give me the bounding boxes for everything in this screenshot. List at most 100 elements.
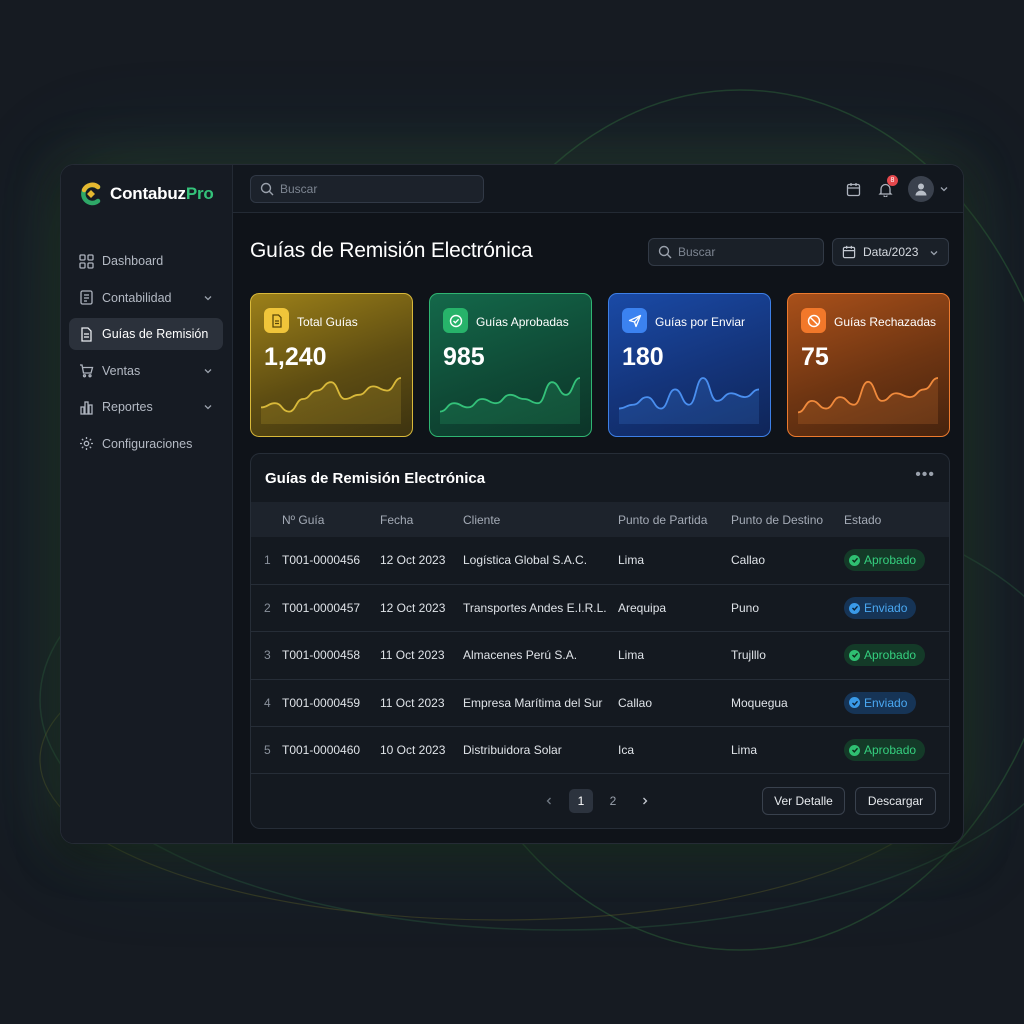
brand-logo-icon	[81, 182, 101, 206]
table-row[interactable]: 3 T001-0000458 11 Oct 2023 Almacenes Per…	[251, 632, 949, 680]
cell-partida: Lima	[618, 648, 645, 663]
cell-guia: T001-0000456	[282, 553, 361, 568]
calendar-button[interactable]	[844, 180, 862, 198]
table-row[interactable]: 4 T001-0000459 11 Oct 2023 Empresa Marít…	[251, 679, 949, 727]
table-row[interactable]: 5 T001-0000460 10 Oct 2023 Distribuidora…	[251, 727, 949, 774]
status-text: Aprobado	[864, 553, 917, 568]
pagination: 1 2	[537, 788, 657, 814]
table-title: Guías de Remisión Electrónica	[265, 470, 486, 487]
col-header-partida: Punto de Partida	[618, 512, 708, 527]
search-icon	[658, 245, 672, 259]
user-avatar[interactable]	[908, 176, 934, 202]
cell-cliente: Distribuidora Solar	[463, 743, 562, 758]
stat-card-por-enviar[interactable]: Guías por Enviar 180	[608, 293, 771, 437]
app-window: ContabuzPro Dashboard Contabilidad Guías…	[60, 164, 964, 844]
cell-partida: Lima	[618, 553, 645, 568]
sidebar-item-guias-de-remision[interactable]: Guías de Remisión	[69, 318, 223, 350]
cell-cliente: Empresa Marítima del Sur	[463, 695, 603, 710]
notification-badge: 8	[887, 175, 898, 186]
cell-partida: Ica	[618, 743, 635, 758]
stat-card-aprobadas[interactable]: Guías Aprobadas 985	[429, 293, 592, 437]
check-icon	[849, 554, 860, 566]
sidebar-item-reportes[interactable]: Reportes	[69, 391, 223, 423]
bar-chart-icon	[78, 399, 94, 415]
guias-table-panel: Guías de Remisión Electrónica ••• Nº Guí…	[250, 453, 950, 829]
status-text: Enviado	[864, 601, 908, 616]
prev-page-button[interactable]	[537, 789, 561, 813]
chevron-down-icon	[204, 368, 212, 373]
status-badge: Aprobado	[844, 644, 926, 667]
descargar-button[interactable]: Descargar	[855, 787, 936, 815]
stat-card-rechazadas[interactable]: Guías Rechazadas 75	[787, 293, 950, 437]
page-search[interactable]	[648, 238, 824, 266]
main-content: Guías de Remisión Electrónica Data/2023 …	[233, 213, 963, 843]
cell-guia: T001-0000458	[282, 648, 361, 663]
cell-fecha: 11 Oct 2023	[380, 695, 445, 710]
sidebar-item-label: Ventas	[102, 363, 141, 378]
stat-card-total[interactable]: Total Guías 1,240	[250, 293, 413, 437]
cell-fecha: 12 Oct 2023	[380, 553, 446, 568]
sidebar-item-label: Reportes	[102, 400, 153, 414]
status-badge: Aprobado	[844, 549, 926, 572]
col-header-destino: Punto de Destino	[731, 512, 824, 527]
global-search[interactable]	[250, 175, 484, 203]
brand[interactable]: ContabuzPro	[78, 179, 214, 209]
page-button-1[interactable]: 1	[569, 789, 593, 813]
more-options-icon[interactable]: •••	[915, 466, 935, 484]
file-icon	[264, 308, 289, 333]
trend-sparkline	[440, 377, 580, 424]
row-index: 1	[264, 553, 271, 568]
chevron-left-icon	[546, 797, 551, 805]
col-header-fecha: Fecha	[380, 512, 414, 527]
ledger-icon	[78, 290, 94, 306]
status-text: Enviado	[864, 695, 908, 710]
table-row[interactable]: 1 T001-0000456 12 Oct 2023 Logística Glo…	[251, 537, 949, 585]
page-button-2[interactable]: 2	[601, 789, 625, 813]
trend-sparkline	[619, 377, 759, 424]
row-index: 5	[264, 743, 271, 758]
date-filter-select[interactable]: Data/2023	[832, 238, 949, 266]
user-icon	[915, 183, 927, 196]
notifications-button[interactable]: 8	[876, 175, 898, 198]
next-page-button[interactable]	[633, 789, 657, 813]
global-search-input[interactable]	[280, 182, 460, 196]
row-index: 2	[264, 601, 271, 616]
topbar-actions: 8	[844, 175, 949, 203]
cart-icon	[78, 363, 94, 379]
sidebar-item-configuraciones[interactable]: Configuraciones	[69, 428, 223, 460]
ver-detalle-button[interactable]: Ver Detalle	[762, 787, 845, 815]
page-title: Guías de Remisión Electrónica	[250, 239, 533, 262]
check-icon	[849, 602, 860, 614]
calendar-icon	[842, 245, 856, 259]
sidebar-item-label: Contabilidad	[102, 290, 172, 305]
gear-icon	[78, 436, 94, 452]
cell-destino: Lima	[731, 743, 758, 758]
table-row[interactable]: 2 T001-0000457 12 Oct 2023 Transportes A…	[251, 584, 949, 632]
sidebar-item-label: Guías de Remisión	[102, 327, 209, 341]
sidebar-item-contabilidad[interactable]: Contabilidad	[69, 282, 223, 314]
cell-guia: T001-0000460	[282, 743, 361, 758]
cell-guia: T001-0000459	[282, 695, 361, 710]
stat-value: 180	[622, 343, 664, 371]
stat-label: Guías Rechazadas	[834, 315, 937, 329]
brand-name: ContabuzPro	[110, 184, 214, 203]
col-header-index	[251, 502, 282, 537]
cell-partida: Callao	[618, 695, 653, 710]
sidebar: ContabuzPro Dashboard Contabilidad Guías…	[61, 165, 233, 843]
row-index: 3	[264, 648, 271, 663]
topbar: 8	[233, 165, 963, 213]
col-header-estado: Estado	[844, 512, 882, 527]
table-header-row: Nº Guía Fecha Cliente Punto de Partida P…	[251, 502, 949, 537]
check-icon	[849, 744, 860, 756]
check-icon	[849, 697, 860, 709]
sidebar-item-ventas[interactable]: Ventas	[69, 355, 223, 387]
cell-destino: Trujlllo	[731, 648, 766, 663]
sparkline-area	[440, 378, 580, 424]
sidebar-item-dashboard[interactable]: Dashboard	[69, 245, 223, 277]
col-header-guia: Nº Guía	[282, 512, 325, 527]
trend-sparkline	[261, 377, 401, 424]
cell-partida: Arequipa	[618, 601, 667, 616]
page-search-input[interactable]	[678, 245, 808, 259]
chevron-down-icon[interactable]	[939, 184, 949, 194]
stat-label: Guías Aprobadas	[476, 315, 569, 329]
